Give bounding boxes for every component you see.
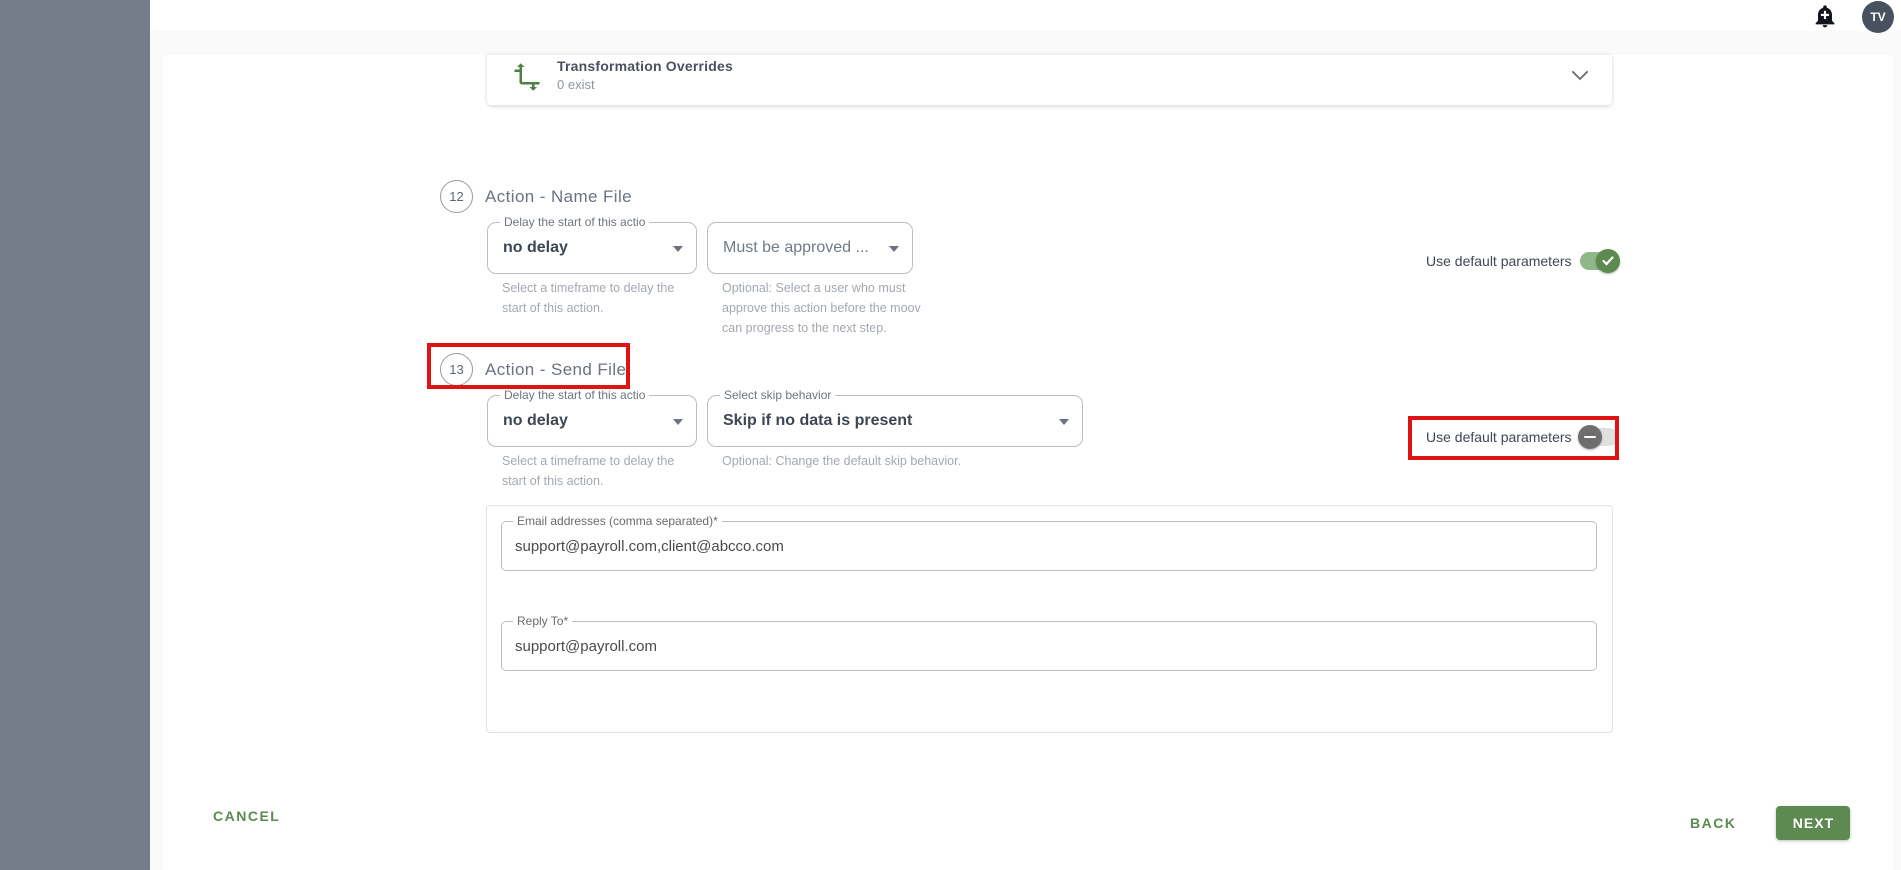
delay-select-label: Delay the start of this actio [500, 215, 650, 229]
transform-icon [512, 62, 542, 92]
dropdown-arrow-icon [889, 246, 899, 252]
skip-behavior-select[interactable]: Select skip behavior Skip if no data is … [707, 388, 1083, 447]
reply-to-field[interactable]: Reply To* [501, 614, 1597, 671]
delay-select-step13[interactable]: Delay the start of this actio no delay [487, 388, 697, 447]
toggle-thumb-check-icon [1595, 249, 1620, 273]
email-addresses-field[interactable]: Email addresses (comma separated)* [501, 514, 1597, 571]
step-12-title: Action - Name File [485, 187, 633, 206]
use-default-label: Use default parameters [1426, 429, 1572, 445]
step-number-text: 12 [449, 189, 464, 204]
use-default-parameters-step12: Use default parameters [1426, 249, 1620, 273]
back-button[interactable]: BACK [1690, 815, 1736, 831]
next-button[interactable]: NEXT [1776, 806, 1851, 840]
top-bar [150, 0, 1901, 31]
use-default-toggle-on[interactable] [1579, 249, 1620, 273]
reply-to-input[interactable] [515, 622, 1583, 670]
approver-select-value: Must be approved ... [723, 239, 869, 256]
step-13-title: Action - Send File [485, 360, 627, 379]
delay-select-value: no delay [503, 412, 568, 429]
skip-behavior-value: Skip if no data is present [723, 412, 913, 429]
chevron-down-icon[interactable] [1572, 68, 1588, 81]
skip-behavior-label: Select skip behavior [720, 388, 836, 402]
delay-helper-text: Select a timeframe to delay the start of… [502, 281, 675, 315]
approver-select-step12[interactable]: Must be approved ... [707, 222, 913, 274]
dropdown-arrow-icon [673, 246, 683, 252]
delay-select-value: no delay [503, 239, 568, 256]
delay-select-step12[interactable]: Delay the start of this actio no delay [487, 215, 697, 274]
avatar[interactable]: TV [1862, 1, 1894, 33]
dropdown-arrow-icon [1059, 419, 1069, 425]
skip-helper-text: Optional: Change the default skip behavi… [722, 454, 962, 468]
dropdown-arrow-icon [673, 419, 683, 425]
cancel-button[interactable]: CANCEL [213, 808, 280, 824]
notification-add-icon[interactable] [1812, 3, 1838, 29]
step-number-text: 13 [449, 362, 464, 377]
overrides-card-title: Transformation Overrides [557, 58, 733, 74]
footer-actions: BACK NEXT [1690, 806, 1851, 840]
email-addresses-input[interactable] [515, 522, 1583, 570]
step-12-number: 12 [440, 180, 473, 213]
delay-select-label: Delay the start of this actio [500, 388, 650, 402]
delay-helper-text: Select a timeframe to delay the start of… [502, 454, 675, 488]
overrides-card-count: 0 exist [557, 77, 595, 92]
sidebar [0, 0, 150, 870]
toggle-thumb-minus-icon [1577, 425, 1602, 449]
use-default-toggle-off[interactable] [1577, 425, 1618, 449]
approver-helper-text: Optional: Select a user who must approve… [722, 281, 921, 335]
use-default-parameters-step13: Use default parameters [1426, 425, 1618, 449]
step-13-number: 13 [440, 353, 473, 386]
use-default-label: Use default parameters [1426, 253, 1572, 269]
